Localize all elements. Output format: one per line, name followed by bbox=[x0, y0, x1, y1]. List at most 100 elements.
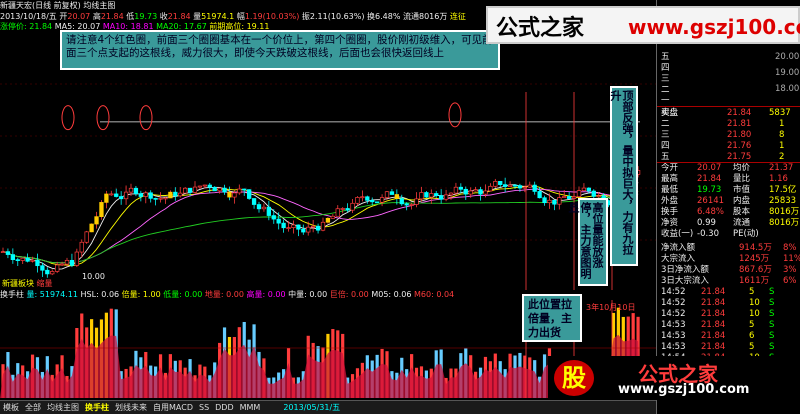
candle-body bbox=[512, 184, 518, 187]
candle-body bbox=[468, 190, 473, 195]
bar-date: 2013/10/18/五 bbox=[0, 12, 57, 21]
tab-5[interactable]: 自用MACD bbox=[153, 403, 193, 412]
tab-7[interactable]: DDD bbox=[215, 403, 233, 412]
sell-row: 三 bbox=[657, 74, 800, 85]
flow-pct: 8% bbox=[783, 243, 797, 253]
flow-row: 净流入额 914.5万 8% bbox=[657, 243, 800, 254]
tab-8[interactable]: MMM bbox=[240, 403, 261, 412]
candle-body bbox=[463, 188, 468, 195]
tick-row: 14:53 21.84 5 S bbox=[657, 320, 800, 331]
candle-body bbox=[562, 196, 567, 198]
tab-0[interactable]: 模板 bbox=[3, 403, 19, 412]
candle-body bbox=[163, 197, 168, 200]
candle-body bbox=[379, 197, 385, 203]
high-label: 高 bbox=[92, 12, 101, 21]
sell-level: 四 bbox=[661, 63, 670, 73]
candle-body bbox=[581, 187, 587, 192]
cap-value: 8016万 bbox=[419, 12, 448, 21]
tab-1[interactable]: 全部 bbox=[25, 403, 41, 412]
candle-body bbox=[330, 215, 335, 219]
tick-vol: 10 bbox=[749, 298, 760, 308]
candle-body bbox=[567, 196, 572, 199]
candle-body bbox=[532, 184, 537, 192]
candle-body bbox=[478, 189, 483, 195]
candle-body bbox=[424, 192, 429, 198]
tick-side: S bbox=[769, 287, 775, 297]
tab-6[interactable]: SS bbox=[199, 403, 209, 412]
candle-body bbox=[192, 186, 198, 193]
amp-value: 2.11(10.63%) bbox=[309, 12, 365, 21]
limit-price: 涨停价: 21.84 bbox=[0, 22, 53, 31]
candle-body bbox=[596, 195, 601, 198]
tab-3[interactable]: 换手柱 bbox=[85, 403, 109, 412]
stat-label: 市值 bbox=[733, 185, 751, 195]
stat-value: 17.5亿 bbox=[769, 185, 797, 195]
candle-body bbox=[242, 188, 247, 191]
candle-body bbox=[345, 208, 350, 211]
candle-body bbox=[30, 259, 35, 262]
candle-body bbox=[301, 228, 306, 233]
tick-row: 14:52 21.84 5 S bbox=[657, 287, 800, 298]
di2-value: 地量: 0.00 bbox=[204, 290, 244, 299]
candle-body bbox=[443, 194, 449, 200]
candle-body bbox=[537, 191, 542, 199]
close-label: 收 bbox=[159, 12, 168, 21]
tick-vol: 6 bbox=[749, 331, 755, 341]
watermark-logo-top: 公式之家 www.gszj100.com bbox=[486, 6, 800, 44]
stat-value: 25833 bbox=[769, 196, 797, 206]
candle-body bbox=[74, 251, 79, 266]
candle-body bbox=[296, 224, 301, 230]
order-book-divider bbox=[657, 106, 800, 163]
candle-body bbox=[232, 192, 237, 198]
stat-value: 21.84 bbox=[697, 174, 722, 184]
high-value: 21.84 bbox=[100, 12, 124, 21]
tab-2[interactable]: 均线主图 bbox=[47, 403, 79, 412]
stat-label: 最低 bbox=[661, 185, 679, 195]
candlestick-chart[interactable] bbox=[0, 32, 656, 290]
candle-body bbox=[222, 187, 227, 193]
candle-body bbox=[0, 251, 6, 253]
flow-pct: 3% bbox=[783, 265, 797, 275]
close-value: 21.84 bbox=[167, 12, 191, 21]
flow-value: 1611万 bbox=[739, 276, 770, 286]
candle-body bbox=[128, 187, 134, 193]
tab-4[interactable]: 划线未来 bbox=[115, 403, 147, 412]
candle-body bbox=[453, 186, 459, 194]
stat-value: 20.07 bbox=[697, 163, 722, 173]
logo-url-bottom: www.gszj100.com bbox=[618, 382, 750, 397]
sell-level: 三 bbox=[661, 74, 670, 84]
candle-body bbox=[429, 193, 434, 198]
candle-body bbox=[384, 191, 390, 198]
stat-label: 均价 bbox=[733, 163, 751, 173]
candle-body bbox=[50, 271, 55, 275]
turn-label: 换 bbox=[367, 12, 376, 21]
candle-body bbox=[335, 208, 340, 217]
highlight-circle bbox=[96, 105, 110, 131]
candle-body bbox=[488, 185, 493, 192]
quote-panel: 20.00 19.00 18.00 五四三二一卖盘 买盘 21.84 5837 二 21.81 1… bbox=[656, 0, 800, 414]
candle-body bbox=[158, 197, 163, 200]
highlight-circle bbox=[61, 105, 75, 131]
candle-body bbox=[247, 189, 252, 199]
flow-label: 3日大宗流入 bbox=[661, 276, 709, 286]
candle-body bbox=[315, 225, 321, 231]
stat-value: 26141 bbox=[697, 196, 725, 206]
tick-vol: 5 bbox=[749, 342, 755, 352]
candle-body bbox=[311, 225, 316, 228]
candle-body bbox=[576, 190, 582, 197]
candle-body bbox=[197, 185, 203, 188]
sector-name: 新疆板块 bbox=[2, 279, 34, 288]
candle-body bbox=[202, 184, 207, 187]
sell-row: 四 bbox=[657, 63, 800, 74]
gao-value: 高量: 0.00 bbox=[246, 290, 286, 299]
flow-row: 3日大宗流入 1611万 6% bbox=[657, 276, 800, 287]
candle-body bbox=[227, 191, 232, 198]
candle-body bbox=[89, 223, 94, 233]
stat-value: 8016万 bbox=[769, 207, 800, 217]
candle-body bbox=[109, 193, 114, 196]
reverse-annotation-text: 顶部反弹，量中拟巨大，力有九拉升 bbox=[609, 90, 634, 255]
candle-body bbox=[94, 216, 99, 225]
stat-row: 最低 19.73 市值 17.5亿 bbox=[657, 185, 800, 196]
candle-body bbox=[355, 197, 360, 204]
candle-body bbox=[552, 199, 557, 205]
